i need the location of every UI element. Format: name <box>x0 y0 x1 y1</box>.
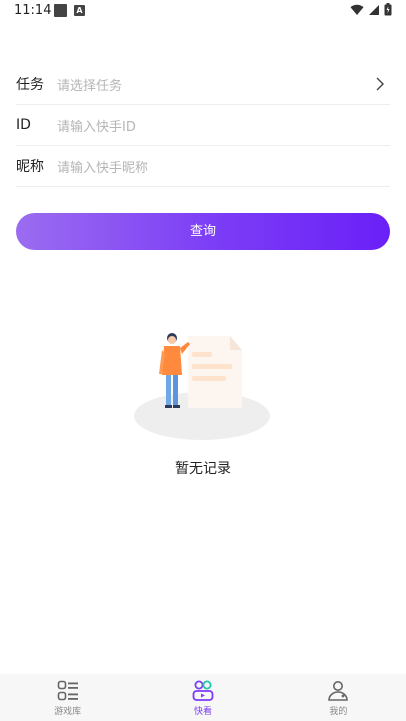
status-bar: 11:14 A <box>0 0 406 22</box>
bottom-tab-bar: 游戏库 快看 我的 <box>0 674 406 721</box>
nickname-row: 昵称 请输入快手昵称 <box>16 146 390 187</box>
tab-game-library-label: 游戏库 <box>54 707 82 717</box>
id-input[interactable]: 请输入快手ID <box>57 116 390 135</box>
chevron-right-icon[interactable] <box>374 77 386 91</box>
tab-mine-label: 我的 <box>329 707 348 717</box>
tab-kuaikan[interactable]: 快看 <box>135 674 270 721</box>
nickname-label: 昵称 <box>16 159 44 175</box>
task-row[interactable]: 任务 请选择任务 <box>16 64 390 105</box>
tab-game-library[interactable]: 游戏库 <box>0 674 135 721</box>
query-button[interactable]: 查询 <box>16 213 390 250</box>
tab-mine[interactable]: 我的 <box>271 674 406 721</box>
status-time: 11:14 <box>14 3 52 18</box>
task-label: 任务 <box>16 77 44 93</box>
nickname-input[interactable]: 请输入快手昵称 <box>57 157 390 176</box>
signal-icon <box>369 4 379 15</box>
id-label: ID <box>16 117 31 133</box>
tab-kuaikan-label: 快看 <box>193 707 212 717</box>
search-form: 任务 请选择任务 ID 请输入快手ID 昵称 请输入快手昵称 <box>16 64 390 187</box>
wifi-icon <box>350 4 364 15</box>
empty-state-text: 暂无记录 <box>175 461 231 477</box>
list-icon <box>57 680 78 701</box>
empty-state-illustration <box>134 333 270 440</box>
battery-icon <box>384 3 392 16</box>
status-right <box>350 3 392 16</box>
notification-square-icon <box>54 4 67 17</box>
notification-a-icon: A <box>74 5 85 16</box>
glasses-icon <box>192 680 214 701</box>
user-icon <box>328 681 349 701</box>
task-select[interactable]: 请选择任务 <box>57 75 390 94</box>
id-row: ID 请输入快手ID <box>16 105 390 146</box>
